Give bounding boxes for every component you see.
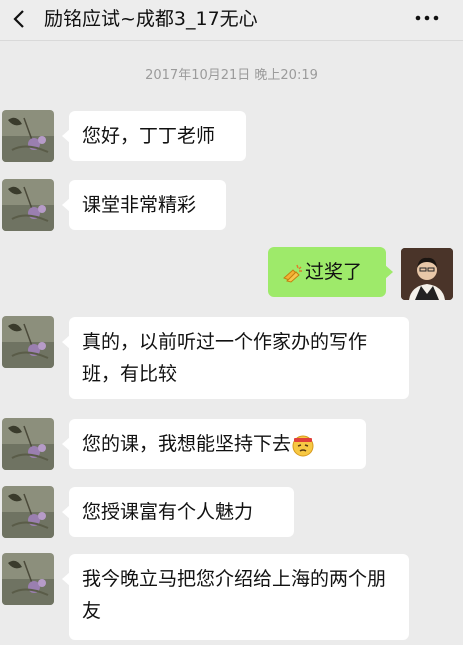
message-text: 您授课富有个人魅力 (82, 501, 254, 523)
message-timestamp: 2017年10月21日 晚上20:19 (145, 68, 318, 83)
message-bubble-received[interactable]: 您好，丁丁老师 (62, 111, 246, 161)
contact-avatar[interactable] (2, 316, 54, 368)
contact-avatar[interactable] (2, 179, 54, 231)
contact-avatar[interactable] (2, 418, 54, 470)
more-dots-icon[interactable] (413, 10, 441, 26)
chat-header: 励铭应试~成都3_17无心 (0, 0, 463, 41)
contact-avatar[interactable] (2, 110, 54, 162)
determined-face-emoji (292, 435, 314, 456)
clap-hands-emoji (283, 264, 302, 283)
message-bubble-received[interactable]: 您授课富有个人魅力 (62, 487, 294, 537)
message-bubble-received[interactable]: 课堂非常精彩 (62, 180, 226, 230)
message-text: 过奖了 (305, 261, 363, 283)
chat-title: 励铭应试~成都3_17无心 (44, 8, 258, 30)
contact-avatar[interactable] (2, 553, 54, 605)
contact-avatar[interactable] (2, 486, 54, 538)
message-text: 真的，以前听过一个作家办的写作班，有比较 (82, 331, 368, 385)
message-text: 我今晚立马把您介绍给上海的两个朋友 (82, 568, 387, 622)
self-avatar[interactable] (401, 248, 453, 300)
chevron-left-icon[interactable] (6, 2, 32, 36)
message-text: 课堂非常精彩 (82, 194, 197, 216)
message-text: 您的课，我想能坚持下去 (82, 433, 292, 455)
message-text: 您好，丁丁老师 (82, 125, 216, 147)
message-bubble-received[interactable]: 您的课，我想能坚持下去 (62, 419, 366, 469)
message-bubble-received[interactable]: 我今晚立马把您介绍给上海的两个朋友 (62, 554, 409, 640)
message-bubble-received[interactable]: 真的，以前听过一个作家办的写作班，有比较 (62, 317, 409, 399)
message-bubble-sent[interactable]: 过奖了 (268, 247, 393, 297)
